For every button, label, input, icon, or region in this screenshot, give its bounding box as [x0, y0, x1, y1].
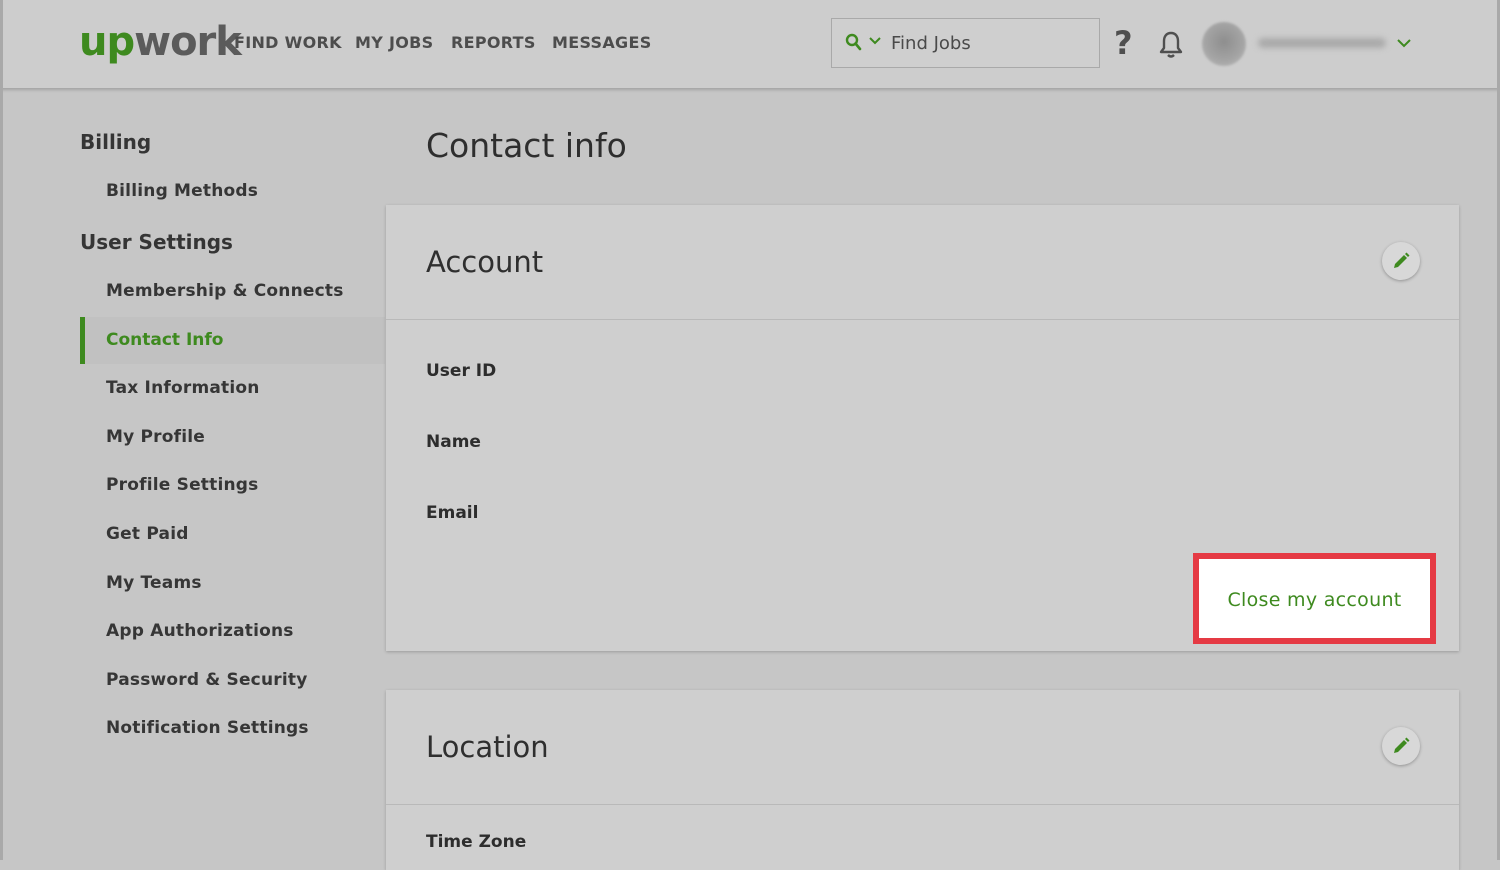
sidebar-item-label: Contact Info — [106, 330, 224, 350]
nav-find-work[interactable]: FIND WORK — [234, 33, 342, 52]
user-name-blurred[interactable] — [1258, 38, 1386, 48]
field-user-id: User ID — [426, 361, 497, 381]
sidebar-item-password-security[interactable]: Password & Security — [106, 670, 307, 690]
sidebar-item-tax-information[interactable]: Tax Information — [106, 378, 260, 398]
chevron-down-icon[interactable] — [1397, 38, 1411, 48]
field-time-zone: Time Zone — [426, 832, 527, 852]
page-title: Contact info — [426, 126, 627, 165]
location-card: Location Time Zone — [386, 690, 1459, 870]
sidebar-item-my-teams[interactable]: My Teams — [106, 573, 202, 593]
avatar[interactable] — [1202, 22, 1246, 66]
sidebar-item-billing-methods[interactable]: Billing Methods — [106, 181, 258, 201]
sidebar-item-profile-settings[interactable]: Profile Settings — [106, 475, 258, 495]
search-icon — [845, 33, 862, 51]
account-card-header: Account — [386, 205, 1459, 320]
edit-account-button[interactable] — [1382, 242, 1420, 280]
sidebar-item-my-profile[interactable]: My Profile — [106, 427, 205, 447]
field-email: Email — [426, 503, 479, 523]
pencil-icon — [1394, 737, 1410, 753]
top-bar: upwork FIND WORK MY JOBS REPORTS MESSAGE… — [0, 0, 1500, 88]
search-box[interactable]: Find Jobs — [831, 18, 1100, 68]
upwork-logo[interactable]: upwork — [79, 19, 242, 65]
search-input[interactable]: Find Jobs — [891, 33, 971, 54]
sidebar-item-app-authorizations[interactable]: App Authorizations — [106, 621, 294, 641]
help-icon[interactable]: ? — [1114, 24, 1133, 62]
sidebar-item-get-paid[interactable]: Get Paid — [106, 524, 189, 544]
location-card-header: Location — [386, 690, 1459, 805]
logo-suffix: work — [134, 19, 242, 65]
bell-icon[interactable] — [1158, 30, 1184, 60]
sidebar-heading-user-settings: User Settings — [80, 230, 233, 254]
active-indicator — [80, 317, 85, 364]
sidebar-item-notification-settings[interactable]: Notification Settings — [106, 718, 309, 738]
account-title: Account — [426, 245, 544, 279]
logo-prefix: up — [79, 19, 135, 65]
close-account-highlight: Close my account — [1193, 553, 1436, 644]
sidebar-heading-billing: Billing — [80, 130, 152, 154]
sidebar-item-membership[interactable]: Membership & Connects — [106, 281, 344, 301]
edit-location-button[interactable] — [1382, 727, 1420, 765]
nav-messages[interactable]: MESSAGES — [552, 33, 652, 52]
sidebar-item-contact-info[interactable]: Contact Info — [80, 317, 385, 364]
field-name: Name — [426, 432, 481, 452]
location-title: Location — [426, 730, 549, 764]
pencil-icon — [1394, 252, 1410, 268]
nav-my-jobs[interactable]: MY JOBS — [355, 33, 433, 52]
close-account-button[interactable]: Close my account — [1203, 563, 1426, 634]
nav-reports[interactable]: REPORTS — [451, 33, 536, 52]
chevron-down-icon[interactable] — [869, 36, 881, 46]
